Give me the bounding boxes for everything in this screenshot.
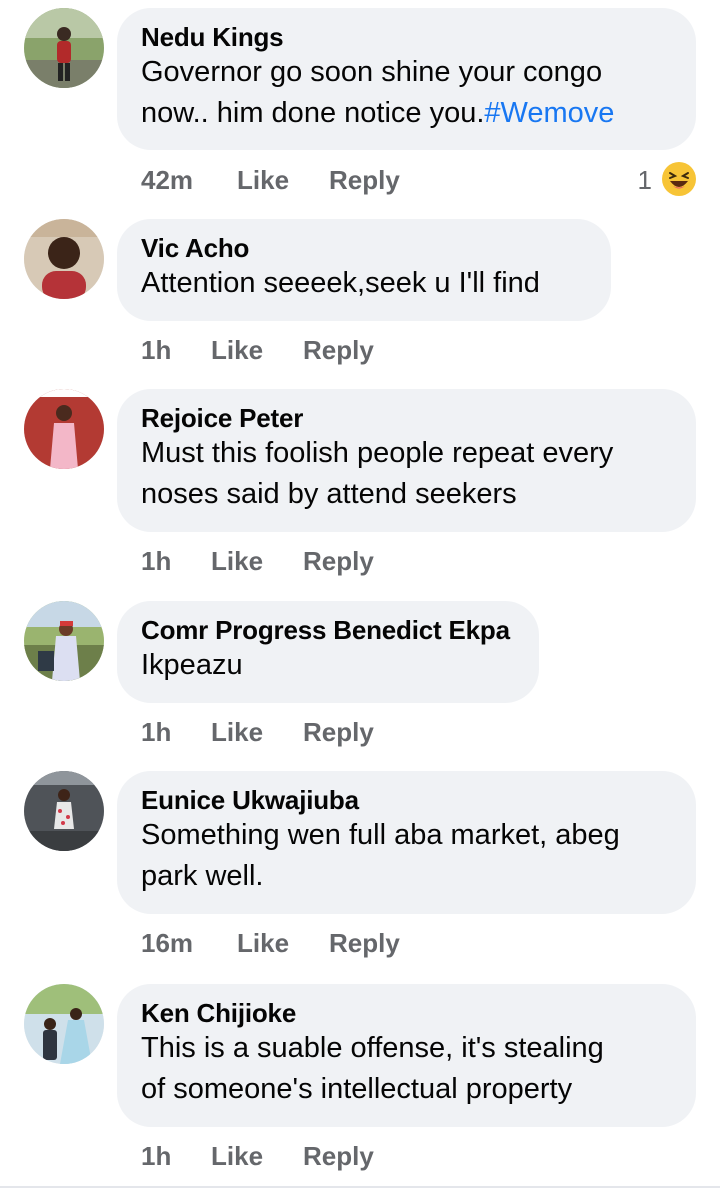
comment-bubble: Comr Progress Benedict Ekpa Ikpeazu xyxy=(117,601,539,703)
reply-button[interactable]: Reply xyxy=(329,928,400,958)
avatar[interactable] xyxy=(24,984,104,1064)
reply-button[interactable]: Reply xyxy=(303,335,374,365)
comment-time[interactable]: 42m xyxy=(141,165,193,195)
reply-button[interactable]: Reply xyxy=(303,1141,374,1171)
avatar[interactable] xyxy=(24,771,104,851)
comment-text: Attention seeeek,seek u I'll find xyxy=(141,267,540,299)
reply-button[interactable]: Reply xyxy=(303,546,374,576)
comment-bubble: Eunice Ukwajiuba Something wen full aba … xyxy=(117,771,696,914)
like-button[interactable]: Like xyxy=(237,928,289,958)
comment-text: Something wen full aba market, abeg park… xyxy=(141,819,620,892)
comment-author[interactable]: Vic Acho xyxy=(141,233,587,263)
comment-text: Ikpeazu xyxy=(141,649,243,681)
like-button[interactable]: Like xyxy=(211,717,263,747)
comment-time[interactable]: 1h xyxy=(141,1141,171,1171)
laughing-emoji-icon[interactable] xyxy=(662,162,696,196)
like-button[interactable]: Like xyxy=(211,546,263,576)
comment-time[interactable]: 16m xyxy=(141,928,193,958)
comment-time[interactable]: 1h xyxy=(141,335,171,365)
comment-time[interactable]: 1h xyxy=(141,546,171,576)
like-button[interactable]: Like xyxy=(211,1141,263,1171)
comment-author[interactable]: Nedu Kings xyxy=(141,22,672,52)
comment-author[interactable]: Ken Chijioke xyxy=(141,998,672,1028)
comment-text: Governor go soon shine your congo now.. … xyxy=(141,52,672,134)
avatar[interactable] xyxy=(24,8,104,88)
reply-button[interactable]: Reply xyxy=(329,165,400,195)
comment-text: Must this foolish people repeat every no… xyxy=(141,437,614,510)
like-button[interactable]: Like xyxy=(237,165,289,195)
reply-button[interactable]: Reply xyxy=(303,717,374,747)
like-button[interactable]: Like xyxy=(211,335,263,365)
avatar[interactable] xyxy=(24,389,104,469)
avatar[interactable] xyxy=(24,219,104,299)
avatar[interactable] xyxy=(24,601,104,681)
divider xyxy=(0,1186,720,1188)
comment-bubble: Nedu Kings Governor go soon shine your c… xyxy=(117,8,696,150)
comment-bubble: Ken Chijioke This is a suable offense, i… xyxy=(117,984,696,1127)
reaction-count[interactable]: 1 xyxy=(638,165,652,196)
comment-time[interactable]: 1h xyxy=(141,717,171,747)
comment-bubble: Vic Acho Attention seeeek,seek u I'll fi… xyxy=(117,219,611,321)
comment-author[interactable]: Comr Progress Benedict Ekpa xyxy=(141,615,515,645)
comment-bubble: Rejoice Peter Must this foolish people r… xyxy=(117,389,696,532)
comment-author[interactable]: Eunice Ukwajiuba xyxy=(141,785,672,815)
comment-text: This is a suable offense, it's stealing … xyxy=(141,1032,604,1105)
comment-author[interactable]: Rejoice Peter xyxy=(141,403,672,433)
hashtag-link[interactable]: #Wemove xyxy=(484,97,614,129)
